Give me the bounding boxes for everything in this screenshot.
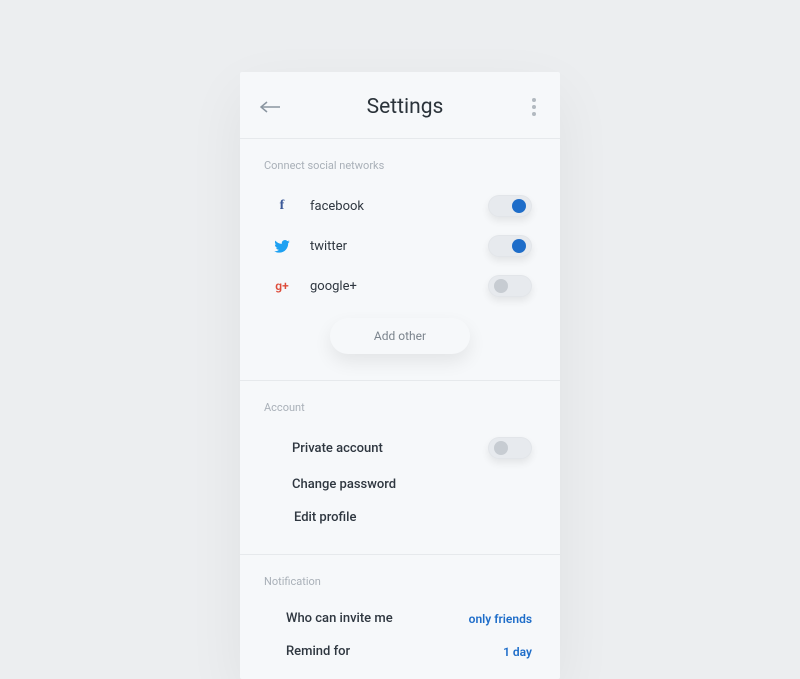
- social-row-googleplus: g+ google+: [240, 266, 560, 306]
- settings-panel: Settings Connect social networks f faceb…: [240, 72, 560, 679]
- account-row-edit-profile[interactable]: Edit profile: [240, 501, 560, 534]
- section-label-notification: Notification: [240, 571, 560, 602]
- section-notification: Notification Who can invite me only frie…: [240, 555, 560, 679]
- account-row-private: Private account: [240, 428, 560, 468]
- kebab-menu-icon[interactable]: [528, 94, 540, 120]
- toggle-private-account[interactable]: [488, 437, 532, 459]
- toggle-twitter[interactable]: [488, 235, 532, 257]
- section-social: Connect social networks f facebook twitt…: [240, 139, 560, 381]
- section-label-account: Account: [240, 397, 560, 428]
- notification-label: Remind for: [268, 644, 503, 659]
- notification-value: only friends: [469, 612, 532, 626]
- section-label-social: Connect social networks: [240, 155, 560, 186]
- toggle-googleplus[interactable]: [488, 275, 532, 297]
- account-label: Change password: [268, 477, 532, 492]
- account-label: Edit profile: [268, 510, 532, 525]
- facebook-icon: f: [268, 198, 296, 214]
- twitter-icon: [268, 240, 296, 253]
- social-label: twitter: [296, 239, 488, 254]
- account-row-change-password[interactable]: Change password: [240, 468, 560, 501]
- toggle-facebook[interactable]: [488, 195, 532, 217]
- section-account: Account Private account Change password …: [240, 381, 560, 555]
- account-label: Private account: [268, 441, 488, 456]
- notification-label: Who can invite me: [268, 611, 469, 626]
- social-label: google+: [296, 279, 488, 294]
- social-row-twitter: twitter: [240, 226, 560, 266]
- social-label: facebook: [296, 199, 488, 214]
- header: Settings: [240, 72, 560, 139]
- notification-row-invite[interactable]: Who can invite me only friends: [240, 602, 560, 635]
- social-row-facebook: f facebook: [240, 186, 560, 226]
- notification-row-remind[interactable]: Remind for 1 day: [240, 635, 560, 659]
- googleplus-icon: g+: [268, 279, 296, 293]
- add-other-button[interactable]: Add other: [330, 318, 470, 354]
- page-title: Settings: [282, 95, 528, 119]
- notification-value: 1 day: [503, 645, 532, 659]
